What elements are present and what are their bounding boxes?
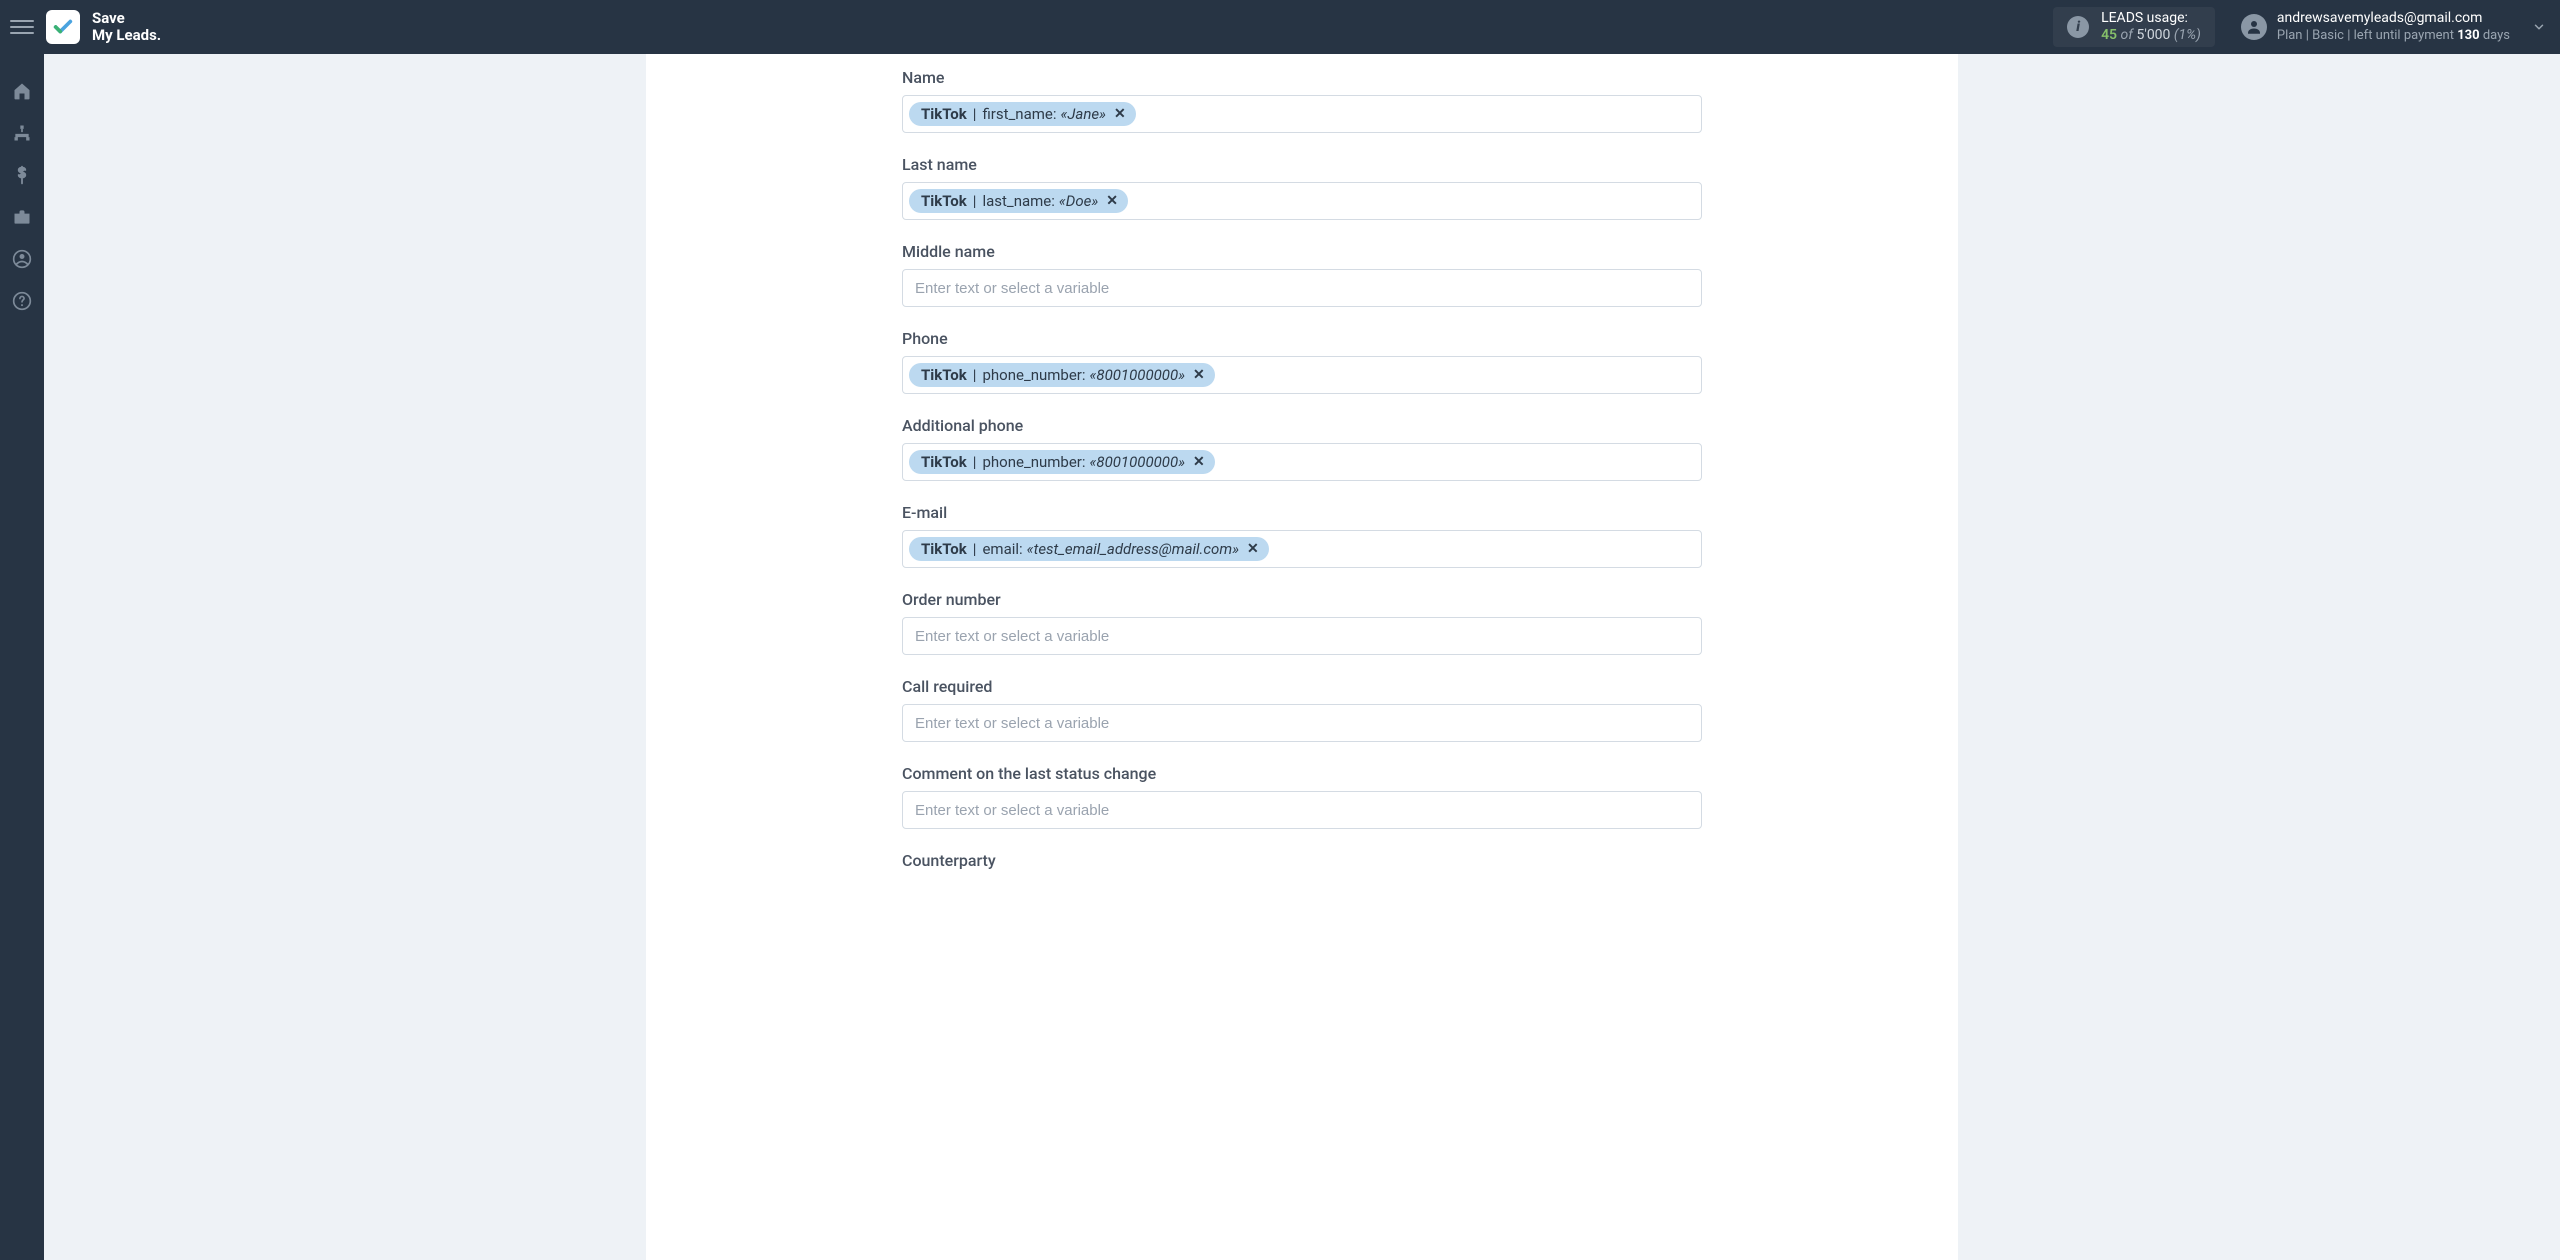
text-input[interactable] bbox=[909, 622, 1695, 650]
variable-input[interactable] bbox=[902, 617, 1702, 655]
app-name-line2: My Leads. bbox=[92, 27, 161, 44]
variable-input[interactable]: TikTok | last_name: «Doe»✕ bbox=[902, 182, 1702, 220]
token-remove-button[interactable]: ✕ bbox=[1193, 367, 1205, 383]
text-input[interactable] bbox=[909, 709, 1695, 737]
token-source: TikTok bbox=[921, 366, 967, 384]
usage-of: of bbox=[2121, 27, 2133, 43]
nav-profile[interactable] bbox=[0, 238, 44, 280]
variable-input[interactable] bbox=[902, 704, 1702, 742]
sidebar bbox=[0, 54, 44, 1260]
info-icon: i bbox=[2067, 16, 2089, 38]
help-icon bbox=[12, 291, 32, 311]
token-source: TikTok bbox=[921, 192, 967, 210]
field-label: Call required bbox=[902, 677, 1702, 696]
variable-token[interactable]: TikTok | phone_number: «8001000000»✕ bbox=[909, 363, 1215, 387]
field-3: PhoneTikTok | phone_number: «8001000000»… bbox=[902, 329, 1702, 394]
field-1: Last nameTikTok | last_name: «Doe»✕ bbox=[902, 155, 1702, 220]
token-source: TikTok bbox=[921, 453, 967, 471]
token-key: email: bbox=[982, 540, 1022, 558]
app-logo[interactable] bbox=[46, 10, 80, 44]
briefcase-icon bbox=[12, 207, 32, 227]
account-info: andrewsavemyleads@gmail.com Plan | Basic… bbox=[2277, 10, 2510, 44]
token-value: «Jane» bbox=[1060, 105, 1105, 123]
main-scroll[interactable]: NameTikTok | first_name: «Jane»✕Last nam… bbox=[44, 54, 2560, 1260]
variable-input[interactable]: TikTok | phone_number: «8001000000»✕ bbox=[902, 356, 1702, 394]
usage-count: 45 bbox=[2101, 27, 2117, 43]
account-plan: Plan | Basic | left until payment 130 da… bbox=[2277, 28, 2510, 44]
avatar bbox=[2241, 14, 2267, 40]
token-value: «Doe» bbox=[1059, 192, 1098, 210]
field-4: Additional phoneTikTok | phone_number: «… bbox=[902, 416, 1702, 481]
leads-usage-box[interactable]: i LEADS usage: 45 of 5'000 (1%) bbox=[2053, 7, 2215, 47]
token-remove-button[interactable]: ✕ bbox=[1193, 454, 1205, 470]
checkmark-icon bbox=[52, 16, 74, 38]
token-remove-button[interactable]: ✕ bbox=[1247, 541, 1259, 557]
menu-toggle-button[interactable] bbox=[10, 15, 34, 39]
topbar: Save My Leads. i LEADS usage: 45 of 5'00… bbox=[0, 0, 2560, 54]
field-8: Comment on the last status change bbox=[902, 764, 1702, 829]
field-0: NameTikTok | first_name: «Jane»✕ bbox=[902, 68, 1702, 133]
field-label: Phone bbox=[902, 329, 1702, 348]
chevron-down-icon[interactable] bbox=[2532, 20, 2546, 34]
user-circle-icon bbox=[12, 249, 32, 269]
nav-help[interactable] bbox=[0, 280, 44, 322]
token-key: phone_number: bbox=[982, 453, 1085, 471]
usage-title: LEADS usage: bbox=[2101, 10, 2201, 27]
field-label: Last name bbox=[902, 155, 1702, 174]
variable-token[interactable]: TikTok | last_name: «Doe»✕ bbox=[909, 189, 1128, 213]
user-icon bbox=[2245, 18, 2263, 36]
field-label: Comment on the last status change bbox=[902, 764, 1702, 783]
nav-workspace[interactable] bbox=[0, 196, 44, 238]
app-name-line1: Save bbox=[92, 10, 161, 27]
dollar-icon bbox=[12, 165, 32, 185]
nav-home[interactable] bbox=[0, 70, 44, 112]
token-value: «8001000000» bbox=[1090, 453, 1186, 471]
variable-token[interactable]: TikTok | phone_number: «8001000000»✕ bbox=[909, 450, 1215, 474]
nav-billing[interactable] bbox=[0, 154, 44, 196]
token-key: last_name: bbox=[982, 192, 1054, 210]
text-input[interactable] bbox=[909, 796, 1695, 824]
field-2: Middle name bbox=[902, 242, 1702, 307]
variable-input[interactable]: TikTok | first_name: «Jane»✕ bbox=[902, 95, 1702, 133]
text-input[interactable] bbox=[909, 274, 1695, 302]
field-7: Call required bbox=[902, 677, 1702, 742]
usage-percent: (1%) bbox=[2174, 27, 2201, 43]
variable-input[interactable] bbox=[902, 269, 1702, 307]
token-key: first_name: bbox=[982, 105, 1056, 123]
token-source: TikTok bbox=[921, 105, 967, 123]
app-name: Save My Leads. bbox=[92, 10, 161, 45]
field-9: Counterparty bbox=[902, 851, 1702, 870]
field-label: Counterparty bbox=[902, 851, 1702, 870]
usage-total: 5'000 bbox=[2137, 27, 2171, 43]
field-6: Order number bbox=[902, 590, 1702, 655]
usage-text: LEADS usage: 45 of 5'000 (1%) bbox=[2101, 10, 2201, 44]
nav-connections[interactable] bbox=[0, 112, 44, 154]
token-value: «8001000000» bbox=[1090, 366, 1186, 384]
field-label: E-mail bbox=[902, 503, 1702, 522]
field-label: Additional phone bbox=[902, 416, 1702, 435]
token-remove-button[interactable]: ✕ bbox=[1106, 193, 1118, 209]
account-email: andrewsavemyleads@gmail.com bbox=[2277, 10, 2510, 28]
field-label: Order number bbox=[902, 590, 1702, 609]
home-icon bbox=[12, 81, 32, 101]
form-panel: NameTikTok | first_name: «Jane»✕Last nam… bbox=[646, 54, 1958, 1260]
field-label: Middle name bbox=[902, 242, 1702, 261]
account-menu[interactable]: andrewsavemyleads@gmail.com Plan | Basic… bbox=[2241, 10, 2546, 44]
variable-token[interactable]: TikTok | first_name: «Jane»✕ bbox=[909, 102, 1136, 126]
sitemap-icon bbox=[12, 123, 32, 143]
token-key: phone_number: bbox=[982, 366, 1085, 384]
variable-input[interactable] bbox=[902, 791, 1702, 829]
token-value: «test_email_address@mail.com» bbox=[1027, 540, 1239, 558]
variable-input[interactable]: TikTok | phone_number: «8001000000»✕ bbox=[902, 443, 1702, 481]
field-label: Name bbox=[902, 68, 1702, 87]
variable-input[interactable]: TikTok | email: «test_email_address@mail… bbox=[902, 530, 1702, 568]
token-remove-button[interactable]: ✕ bbox=[1114, 106, 1126, 122]
variable-token[interactable]: TikTok | email: «test_email_address@mail… bbox=[909, 537, 1269, 561]
token-source: TikTok bbox=[921, 540, 967, 558]
field-5: E-mail TikTok | email: «test_email_addres… bbox=[902, 503, 1702, 568]
